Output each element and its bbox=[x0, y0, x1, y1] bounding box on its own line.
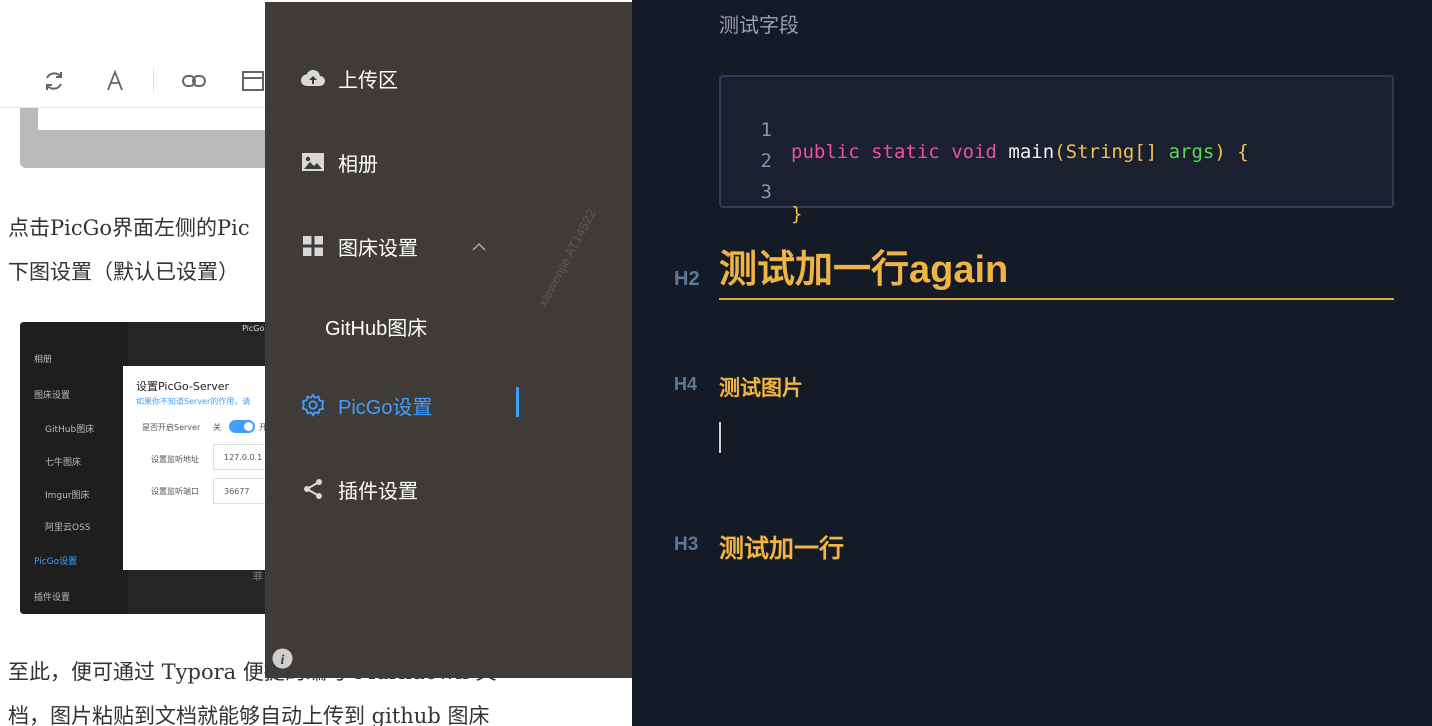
code-block[interactable]: 1 public static void main(String[] args)… bbox=[719, 75, 1394, 225]
paragraph-line: 下图设置（默认已设置） bbox=[8, 260, 239, 284]
heading-level-marker: H3 bbox=[674, 534, 699, 555]
code-keyword: void bbox=[951, 141, 997, 163]
toolbar-divider bbox=[153, 68, 154, 92]
heading-h3[interactable]: 测试加一行 bbox=[719, 529, 844, 565]
paragraph-line: 档，图片粘贴到文档就能够自动上传到 github 图床 bbox=[8, 704, 490, 726]
nav-item-label: 插件设置 bbox=[338, 480, 418, 503]
paragraph-picgo-settings: 点击PicGo界面左侧的Pic 下图设置（默认已设置） bbox=[8, 206, 250, 294]
embed-sidebar-item: Imgur图床 bbox=[45, 491, 90, 501]
share-icon bbox=[301, 477, 325, 501]
gear-icon bbox=[301, 393, 325, 417]
heading-h2[interactable]: 测试加一行again bbox=[719, 238, 1008, 293]
embed-port-label: 设置监听端口 bbox=[151, 487, 199, 496]
heading-h4[interactable]: 测试图片 bbox=[719, 372, 803, 402]
picgo-sidebar: 上传区 相册 图床设置 GitHub图床 PicGo设置 插件设置 xiewen… bbox=[265, 2, 632, 678]
heading-underline bbox=[719, 298, 1394, 300]
embed-sidebar-item: PicGo设置 bbox=[34, 557, 78, 567]
code-brace: { bbox=[1237, 141, 1249, 163]
embed-sidebar-item: 阿里云OSS bbox=[45, 523, 91, 533]
image-icon bbox=[301, 150, 325, 174]
heading-level-marker: H2 bbox=[674, 268, 700, 290]
svg-text:i: i bbox=[281, 653, 285, 668]
text-cursor bbox=[719, 422, 721, 453]
code-brace: } bbox=[791, 203, 803, 225]
embed-title: PicGo bbox=[242, 324, 265, 333]
code-text: public static void main(String[] args) { bbox=[791, 141, 1249, 163]
code-function: main bbox=[1008, 141, 1055, 163]
code-keyword: public bbox=[791, 141, 860, 163]
nav-item-label: 上传区 bbox=[338, 69, 398, 92]
embed-sidebar-item: 插件设置 bbox=[34, 593, 71, 603]
chevron-up-icon bbox=[471, 237, 487, 256]
embed-dialog-title: 设置PicGo-Server bbox=[136, 380, 229, 393]
embed-port-field: 36677 bbox=[213, 478, 270, 504]
active-indicator bbox=[516, 387, 519, 417]
embed-sidebar-item: 相册 bbox=[34, 355, 53, 365]
embed-host-field: 127.0.0.1 bbox=[213, 444, 270, 470]
code-line: 3 } bbox=[721, 159, 803, 247]
code-paren: ( bbox=[1054, 141, 1066, 163]
embed-dialog-tip: 如果你不知道Server的作用，请 bbox=[136, 397, 251, 406]
embed-server-label: 是否开启Server bbox=[142, 423, 201, 432]
heading-level-marker: H4 bbox=[674, 374, 698, 394]
embed-sidebar-item: GitHub图床 bbox=[45, 425, 95, 435]
nav-item-label: 相册 bbox=[338, 153, 378, 176]
embed-fragment: 菲 bbox=[253, 572, 263, 583]
embed-dialog: 设置PicGo-Server 如果你不知道Server的作用，请 是否开启Ser… bbox=[123, 366, 270, 570]
window-icon[interactable] bbox=[238, 66, 268, 96]
embed-host-label: 设置监听地址 bbox=[151, 455, 199, 464]
nav-item-label: PicGo设置 bbox=[338, 396, 433, 419]
code-type: String[] bbox=[1065, 141, 1158, 163]
image-picgo-server-screenshot: 相册 图床设置 GitHub图床 七牛图床 Imgur图床 阿里云OSS Pic… bbox=[20, 322, 270, 614]
paragraph-line: 点击PicGo界面左侧的Pic bbox=[8, 216, 250, 240]
image-screenshot-top bbox=[20, 108, 270, 168]
nav-item-gallery[interactable]: 相册 bbox=[265, 142, 632, 182]
nav-item-upload[interactable]: 上传区 bbox=[265, 58, 632, 98]
nav-item-github-picbed[interactable]: GitHub图床 bbox=[265, 306, 632, 346]
paragraph-text: 测试字段 bbox=[719, 15, 799, 37]
refresh-icon[interactable] bbox=[39, 66, 69, 96]
code-param: args bbox=[1168, 141, 1215, 163]
embed-sidebar: 相册 图床设置 GitHub图床 七牛图床 Imgur图床 阿里云OSS Pic… bbox=[20, 322, 128, 614]
link-icon[interactable] bbox=[179, 66, 209, 96]
nav-item-picgo-settings[interactable]: PicGo设置 bbox=[265, 385, 632, 425]
embed-server-toggle bbox=[229, 420, 255, 433]
code-keyword: static bbox=[871, 141, 940, 163]
grid-icon bbox=[301, 234, 325, 258]
nav-item-plugin-settings[interactable]: 插件设置 bbox=[265, 469, 632, 509]
embed-server-off: 关 bbox=[213, 423, 221, 432]
embed-sidebar-item: 七牛图床 bbox=[45, 458, 82, 468]
line-number: 3 bbox=[760, 181, 772, 203]
code-paren: ) bbox=[1214, 141, 1226, 163]
info-icon[interactable]: i bbox=[272, 648, 293, 669]
font-icon[interactable] bbox=[100, 66, 130, 96]
typora-editor[interactable]: 测试字段 1 public static void main(String[] … bbox=[632, 0, 1432, 726]
cloud-upload-icon bbox=[301, 66, 325, 90]
nav-item-label: GitHub图床 bbox=[325, 317, 428, 340]
nav-item-label: 图床设置 bbox=[338, 237, 418, 260]
embed-sidebar-item: 图床设置 bbox=[34, 391, 71, 401]
